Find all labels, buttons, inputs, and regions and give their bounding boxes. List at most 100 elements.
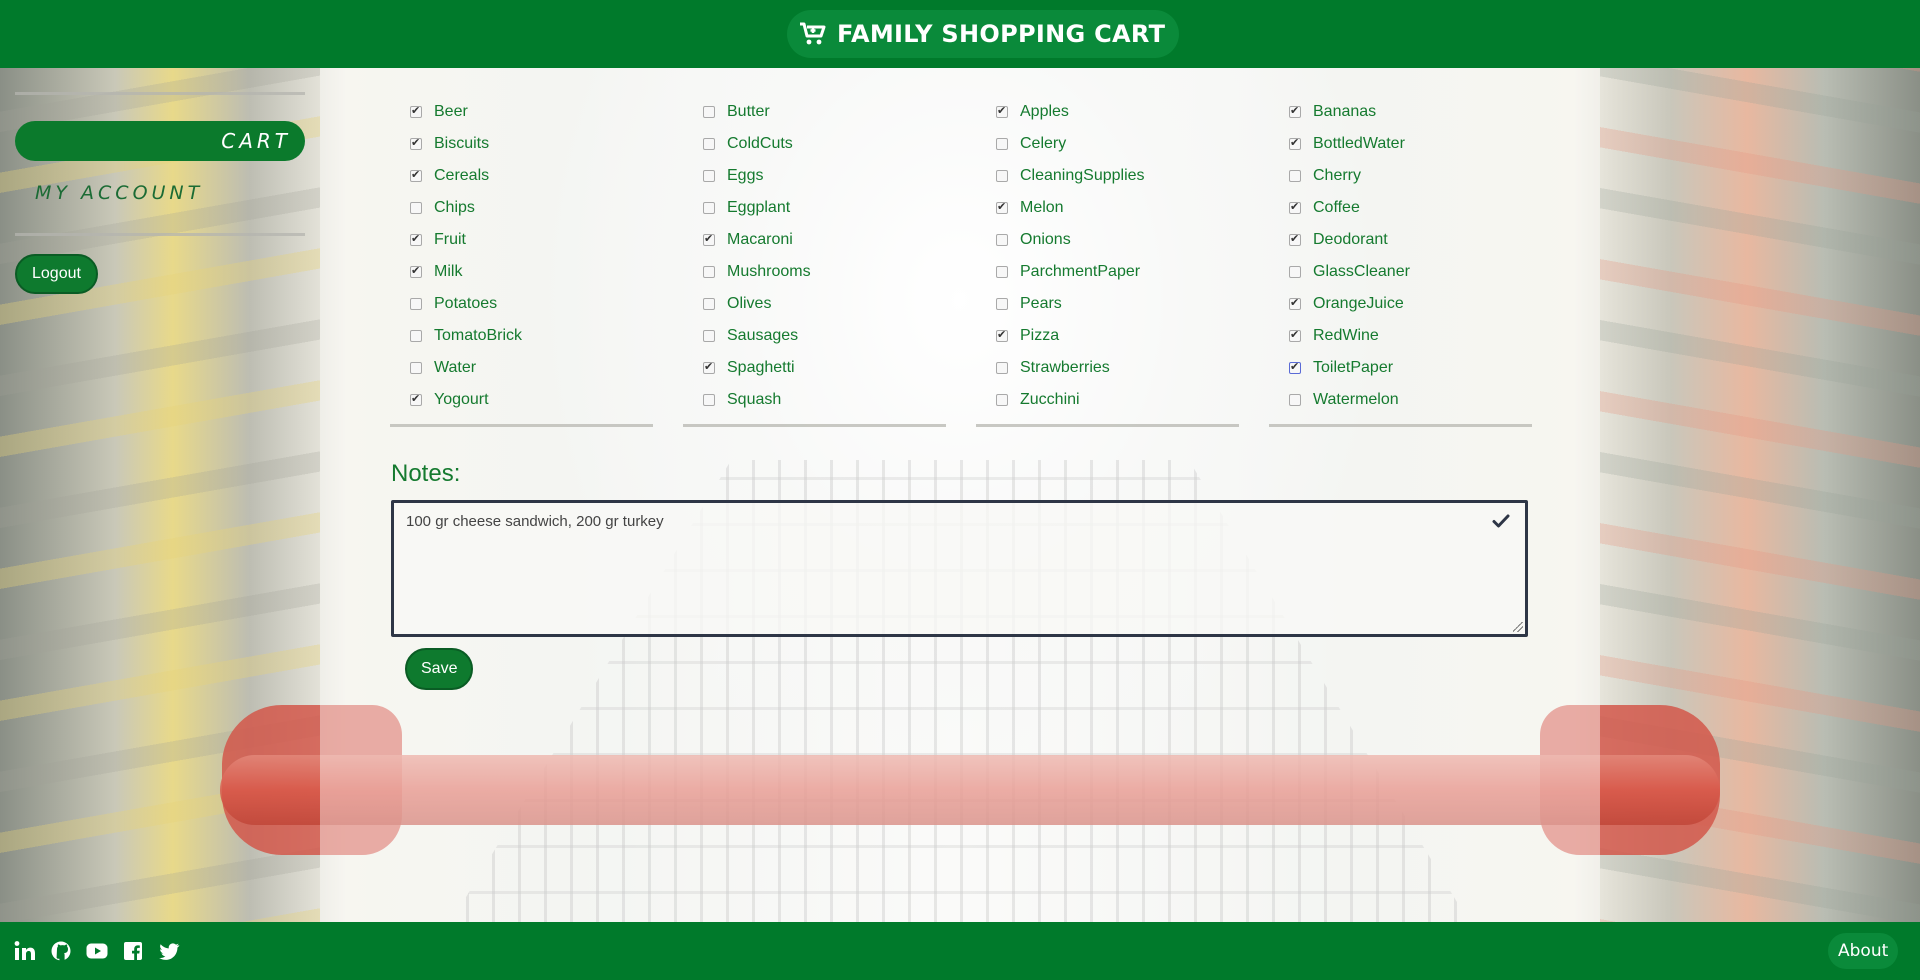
item-checkbox[interactable] xyxy=(1289,104,1301,118)
item-checkbox[interactable] xyxy=(410,232,422,246)
item-row-butter[interactable]: Butter xyxy=(683,96,946,128)
item-label[interactable]: Onions xyxy=(1020,231,1071,249)
item-row-glasscleaner[interactable]: GlassCleaner xyxy=(1269,256,1532,288)
item-checkbox[interactable] xyxy=(410,264,422,278)
item-checkbox[interactable] xyxy=(703,232,715,246)
linkedin-icon[interactable] xyxy=(14,940,36,962)
item-row-onions[interactable]: Onions xyxy=(976,224,1239,256)
item-checkbox[interactable] xyxy=(703,202,715,214)
item-row-redwine[interactable]: RedWine xyxy=(1269,320,1532,352)
item-row-pears[interactable]: Pears xyxy=(976,288,1239,320)
item-label[interactable]: ParchmentPaper xyxy=(1020,263,1140,281)
item-label[interactable]: Sausages xyxy=(727,327,798,345)
item-checkbox[interactable] xyxy=(410,202,422,214)
item-row-spaghetti[interactable]: Spaghetti xyxy=(683,352,946,384)
item-row-cereals[interactable]: Cereals xyxy=(390,160,653,192)
item-row-parchmentpaper[interactable]: ParchmentPaper xyxy=(976,256,1239,288)
item-label[interactable]: Olives xyxy=(727,295,771,313)
item-checkbox[interactable] xyxy=(1289,170,1301,182)
item-label[interactable]: Pizza xyxy=(1020,327,1059,345)
item-label[interactable]: Eggs xyxy=(727,167,763,185)
item-checkbox[interactable] xyxy=(1289,360,1301,374)
item-checkbox[interactable] xyxy=(410,298,422,310)
item-label[interactable]: Potatoes xyxy=(434,295,497,313)
item-checkbox[interactable] xyxy=(703,138,715,150)
item-checkbox[interactable] xyxy=(996,266,1008,278)
item-label[interactable]: Chips xyxy=(434,199,475,217)
item-checkbox[interactable] xyxy=(996,104,1008,118)
item-checkbox[interactable] xyxy=(996,234,1008,246)
item-row-pizza[interactable]: Pizza xyxy=(976,320,1239,352)
item-label[interactable]: Butter xyxy=(727,103,770,121)
item-checkbox[interactable] xyxy=(1289,296,1301,310)
item-checkbox[interactable] xyxy=(410,362,422,374)
item-label[interactable]: Zucchini xyxy=(1020,391,1080,409)
item-checkbox[interactable] xyxy=(703,360,715,374)
item-row-tomatobrick[interactable]: TomatoBrick xyxy=(390,320,653,352)
notes-textarea[interactable]: 100 gr cheese sandwich, 200 gr turkey xyxy=(391,500,1528,637)
item-row-toiletpaper[interactable]: ToiletPaper xyxy=(1269,352,1532,384)
item-label[interactable]: ColdCuts xyxy=(727,135,793,153)
resize-handle-icon[interactable] xyxy=(1513,622,1523,632)
item-label[interactable]: Strawberries xyxy=(1020,359,1110,377)
item-checkbox[interactable] xyxy=(703,298,715,310)
item-checkbox[interactable] xyxy=(410,330,422,342)
item-row-celery[interactable]: Celery xyxy=(976,128,1239,160)
item-row-chips[interactable]: Chips xyxy=(390,192,653,224)
facebook-icon[interactable] xyxy=(122,940,144,962)
github-icon[interactable] xyxy=(50,940,72,962)
item-label[interactable]: Spaghetti xyxy=(727,359,795,377)
item-label[interactable]: CleaningSupplies xyxy=(1020,167,1145,185)
item-row-apples[interactable]: Apples xyxy=(976,96,1239,128)
item-label[interactable]: OrangeJuice xyxy=(1313,295,1404,313)
item-checkbox[interactable] xyxy=(996,328,1008,342)
item-checkbox[interactable] xyxy=(410,136,422,150)
item-row-coffee[interactable]: Coffee xyxy=(1269,192,1532,224)
item-label[interactable]: Beer xyxy=(434,103,468,121)
item-checkbox[interactable] xyxy=(410,104,422,118)
item-row-sausages[interactable]: Sausages xyxy=(683,320,946,352)
twitter-icon[interactable] xyxy=(158,940,180,962)
item-row-bananas[interactable]: Bananas xyxy=(1269,96,1532,128)
item-row-water[interactable]: Water xyxy=(390,352,653,384)
item-checkbox[interactable] xyxy=(703,106,715,118)
item-row-milk[interactable]: Milk xyxy=(390,256,653,288)
item-label[interactable]: Squash xyxy=(727,391,781,409)
item-row-yogourt[interactable]: Yogourt xyxy=(390,384,653,416)
item-label[interactable]: Cereals xyxy=(434,167,489,185)
item-checkbox[interactable] xyxy=(1289,394,1301,406)
item-checkbox[interactable] xyxy=(996,394,1008,406)
item-checkbox[interactable] xyxy=(996,170,1008,182)
item-label[interactable]: ToiletPaper xyxy=(1313,359,1393,377)
item-label[interactable]: Cherry xyxy=(1313,167,1361,185)
item-row-watermelon[interactable]: Watermelon xyxy=(1269,384,1532,416)
item-label[interactable]: Yogourt xyxy=(434,391,489,409)
item-checkbox[interactable] xyxy=(703,394,715,406)
item-row-macaroni[interactable]: Macaroni xyxy=(683,224,946,256)
item-label[interactable]: Water xyxy=(434,359,476,377)
item-row-melon[interactable]: Melon xyxy=(976,192,1239,224)
item-row-beer[interactable]: Beer xyxy=(390,96,653,128)
item-label[interactable]: Melon xyxy=(1020,199,1064,217)
item-row-zucchini[interactable]: Zucchini xyxy=(976,384,1239,416)
item-checkbox[interactable] xyxy=(703,170,715,182)
item-row-eggplant[interactable]: Eggplant xyxy=(683,192,946,224)
about-button[interactable]: About xyxy=(1828,933,1899,969)
item-checkbox[interactable] xyxy=(1289,328,1301,342)
item-label[interactable]: Macaroni xyxy=(727,231,793,249)
item-label[interactable]: Apples xyxy=(1020,103,1069,121)
item-checkbox[interactable] xyxy=(1289,136,1301,150)
item-checkbox[interactable] xyxy=(996,298,1008,310)
item-label[interactable]: Bananas xyxy=(1313,103,1376,121)
item-row-bottledwater[interactable]: BottledWater xyxy=(1269,128,1532,160)
save-button[interactable]: Save xyxy=(405,648,474,690)
item-label[interactable]: Mushrooms xyxy=(727,263,811,281)
item-label[interactable]: BottledWater xyxy=(1313,135,1405,153)
item-row-fruit[interactable]: Fruit xyxy=(390,224,653,256)
item-label[interactable]: Fruit xyxy=(434,231,466,249)
item-checkbox[interactable] xyxy=(703,266,715,278)
item-row-deodorant[interactable]: Deodorant xyxy=(1269,224,1532,256)
item-row-cleaningsupplies[interactable]: CleaningSupplies xyxy=(976,160,1239,192)
item-row-potatoes[interactable]: Potatoes xyxy=(390,288,653,320)
item-label[interactable]: Watermelon xyxy=(1313,391,1399,409)
